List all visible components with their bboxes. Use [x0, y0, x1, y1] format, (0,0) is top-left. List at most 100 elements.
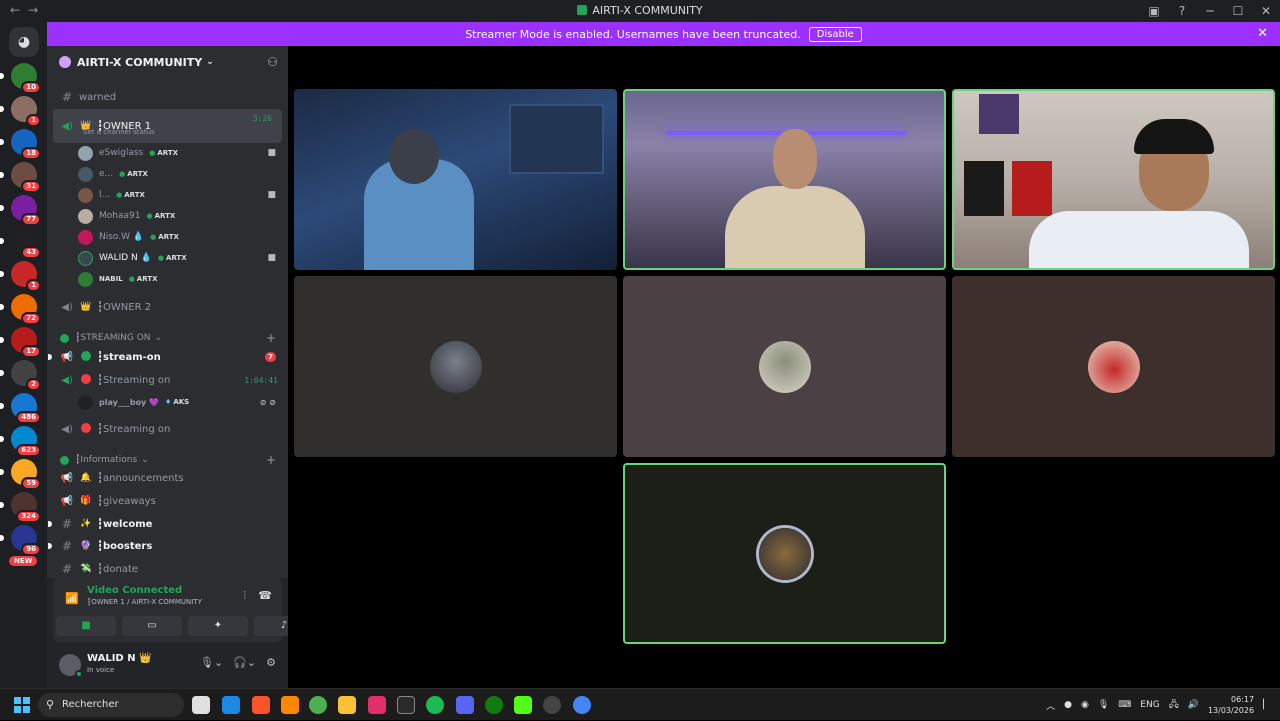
add-channel-icon[interactable]: +	[266, 453, 276, 467]
activities-button[interactable]: ✦	[188, 616, 248, 636]
crown-icon: 👑	[80, 302, 92, 312]
windows-start-icon[interactable]	[14, 697, 30, 713]
server-header[interactable]: AIRTI-X COMMUNITY ⌄ ⚇	[47, 46, 288, 78]
unread-pill	[0, 304, 4, 310]
brave-icon[interactable]	[252, 696, 270, 714]
close-banner-icon[interactable]: ✕	[1257, 26, 1268, 41]
xbox-icon[interactable]	[485, 696, 503, 714]
video-tile[interactable]	[294, 89, 617, 270]
channel-warned[interactable]: # warned	[47, 87, 288, 107]
vlc-icon[interactable]	[281, 696, 299, 714]
server-icon[interactable]: 486	[0, 393, 41, 424]
language-indicator[interactable]: ENG	[1140, 700, 1159, 710]
voice-location[interactable]: ┇OWNER 1 / AIRTI-X COMMUNITY	[87, 598, 202, 606]
new-badge[interactable]: NEW	[9, 556, 38, 566]
network-icon[interactable]: 🖧	[1169, 697, 1179, 713]
server-icon[interactable]: 1	[0, 96, 41, 127]
server-icon[interactable]: 18	[0, 129, 41, 160]
volume-icon[interactable]: 🔊	[1188, 700, 1199, 710]
clock[interactable]: 06:17 13/03/2026	[1208, 694, 1254, 716]
participant-tile[interactable]	[952, 276, 1275, 457]
channel-boosters[interactable]: # 🔮 ┇boosters	[47, 536, 288, 556]
task-view-icon[interactable]	[192, 696, 210, 714]
server-icon[interactable]: 59	[0, 459, 41, 490]
steelseries-icon[interactable]	[543, 696, 561, 714]
voice-user[interactable]: Mohaa91 ● ARTX	[47, 206, 288, 226]
signal-icon[interactable]: 📶	[65, 592, 79, 605]
video-tile-speaking[interactable]	[623, 89, 946, 270]
server-icon[interactable]: 2	[0, 360, 41, 391]
file-explorer-icon[interactable]	[338, 696, 356, 714]
voice-user[interactable]: eSwiglass ● ARTX ■	[47, 143, 288, 163]
channel-status[interactable]: Set a channel status	[83, 128, 155, 136]
headphones-icon[interactable]: 🎧⌄	[233, 656, 256, 669]
server-icon[interactable]: 623	[0, 426, 41, 457]
tray-overflow-icon[interactable]: ︿	[1046, 699, 1055, 712]
channel-donate[interactable]: # 💸 ┇donate	[47, 559, 288, 579]
keyboard-icon[interactable]: ⌨	[1118, 700, 1131, 710]
app-tray-icon[interactable]: ◉	[1081, 700, 1089, 710]
voice-channel-owner-2[interactable]: ◀) 👑 ┇OWNER 2	[47, 297, 288, 317]
inbox-icon[interactable]: ▣	[1140, 0, 1168, 22]
maximize-button[interactable]: ☐	[1224, 0, 1252, 22]
participant-tile[interactable]	[623, 276, 946, 457]
taskbar-search[interactable]: ⚲ Rechercher	[38, 693, 184, 717]
voice-user[interactable]: NABIL ● ARTX	[47, 269, 288, 289]
disconnect-icon[interactable]: ☎	[258, 589, 272, 602]
voice-user[interactable]: l... ● ARTX ■	[47, 185, 288, 205]
help-icon[interactable]: ?	[1168, 0, 1196, 22]
unread-pill	[0, 337, 4, 343]
spotify-icon[interactable]	[426, 696, 444, 714]
gear-icon[interactable]: ⚙	[266, 656, 276, 669]
category-informations[interactable]: ┇Informations ⌄ +	[47, 452, 288, 468]
server-icon[interactable]: 31	[0, 162, 41, 193]
voice-user[interactable]: Niso.W 💧 ● ARTX	[47, 227, 288, 247]
chrome-profile-icon[interactable]	[573, 696, 591, 714]
microphone-icon[interactable]: 🎙⌄	[200, 656, 223, 669]
user-name[interactable]: WALID N 👑	[87, 653, 152, 664]
defender-icon[interactable]	[222, 696, 240, 714]
voice-channel-streaming-on[interactable]: ◀) ┇Streaming on 1:04:41	[47, 370, 288, 390]
invite-icon[interactable]: ⚇	[267, 55, 278, 69]
noise-suppression-icon[interactable]: ⫶	[243, 589, 246, 603]
voice-channel-streaming-on-2[interactable]: ◀) ┇Streaming on	[47, 419, 288, 439]
screen-share-button[interactable]: ▭	[122, 616, 182, 636]
server-icon[interactable]: 96	[0, 525, 41, 556]
server-icon[interactable]: 324	[0, 492, 41, 523]
server-icon[interactable]: 17	[0, 327, 41, 358]
instagram-icon[interactable]	[368, 696, 386, 714]
voice-user[interactable]: e... ● ARTX	[47, 164, 288, 184]
avatar[interactable]	[59, 654, 83, 678]
server-icon[interactable]: 43	[0, 228, 41, 259]
participant-tile-speaking[interactable]	[623, 463, 946, 644]
kick-icon[interactable]	[514, 696, 532, 714]
minimize-button[interactable]: ─	[1196, 0, 1224, 22]
server-icon[interactable]: 77	[0, 195, 41, 226]
server-icon[interactable]: 10	[0, 63, 41, 94]
video-tile-speaking[interactable]	[952, 89, 1275, 270]
add-channel-icon[interactable]: +	[266, 331, 276, 345]
close-window-button[interactable]: ✕	[1252, 0, 1280, 22]
store-icon[interactable]	[397, 696, 415, 714]
channel-welcome[interactable]: # ✨ ┇welcome	[47, 514, 288, 534]
voice-user[interactable]: WALID N 💧 ● ARTX ■	[47, 248, 288, 268]
chrome-icon[interactable]	[309, 696, 327, 714]
voice-channel-owner-1[interactable]: ◀) 👑 ┇OWNER 1 3:26 Set a channel status	[53, 109, 282, 143]
discord-home-icon[interactable]: ◕	[9, 27, 39, 57]
voice-user[interactable]: play___boy 💜 ♦ AKS ⊘ ⊘	[47, 392, 288, 412]
mention-badge: 72	[21, 312, 41, 325]
camera-button[interactable]: ■	[56, 616, 116, 636]
disable-button[interactable]: Disable	[808, 26, 862, 42]
speaker-icon: ◀)	[61, 301, 73, 313]
participant-tile[interactable]	[294, 276, 617, 457]
category-streaming-on[interactable]: ┇STREAMING ON ⌄ +	[47, 330, 288, 346]
channel-announcements[interactable]: 📢 🔔 ┇announcements	[47, 468, 288, 488]
channel-stream-on[interactable]: 📢 ┇stream-on 7	[47, 347, 288, 367]
nvidia-icon[interactable]: ●	[1064, 700, 1072, 710]
server-icon[interactable]: 72	[0, 294, 41, 325]
discord-icon[interactable]	[456, 696, 474, 714]
microphone-tray-icon[interactable]: 🎙	[1098, 700, 1109, 710]
notification-icon[interactable]: ▏	[1263, 700, 1270, 710]
server-icon[interactable]: 1	[0, 261, 41, 292]
channel-giveaways[interactable]: 📢 🎁 ┇giveaways	[47, 491, 288, 511]
